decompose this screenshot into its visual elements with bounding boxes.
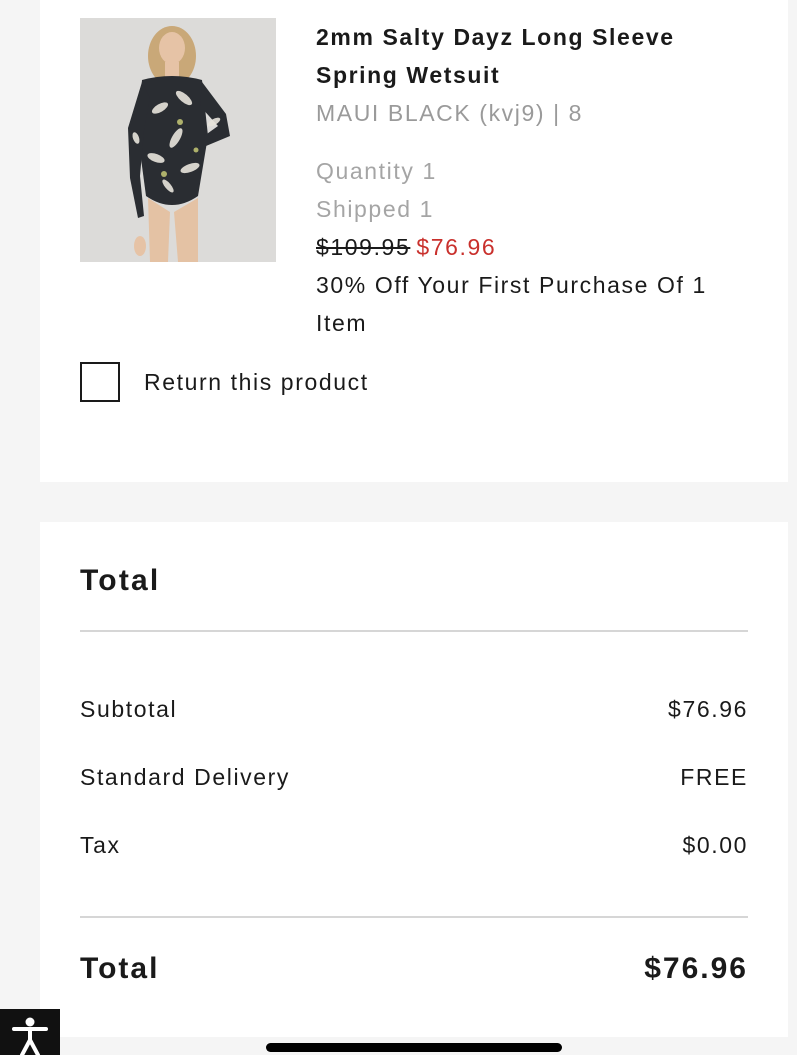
accessibility-icon	[12, 1017, 48, 1055]
return-product-label[interactable]: Return this product	[144, 369, 369, 396]
tax-value: $0.00	[682, 832, 748, 858]
order-item-card: 2mm Salty Dayz Long Sleeve Spring Wetsui…	[40, 0, 788, 482]
tax-row: Tax $0.00	[80, 832, 748, 859]
subtotal-label: Subtotal	[80, 696, 178, 722]
shipped-text: Shipped 1	[316, 196, 434, 222]
price-line: $109.95 $76.96	[316, 228, 736, 266]
delivery-row: Standard Delivery FREE	[80, 764, 748, 791]
sale-price: $76.96	[416, 234, 497, 260]
delivery-label: Standard Delivery	[80, 764, 291, 790]
grand-total-row: Total $76.96	[80, 952, 748, 986]
promotion-text: 30% Off Your First Purchase Of 1 Item	[316, 272, 707, 336]
return-product-checkbox[interactable]	[80, 362, 120, 402]
wetsuit-photo	[80, 18, 276, 262]
delivery-value: FREE	[680, 764, 748, 790]
accessibility-button[interactable]	[0, 1009, 60, 1055]
totals-divider-bottom	[80, 916, 748, 918]
product-image[interactable]	[80, 18, 276, 262]
grand-total-label: Total	[80, 952, 160, 985]
product-title[interactable]: 2mm Salty Dayz Long Sleeve Spring Wetsui…	[316, 18, 736, 94]
home-indicator[interactable]	[266, 1043, 562, 1052]
product-info: 2mm Salty Dayz Long Sleeve Spring Wetsui…	[316, 18, 736, 342]
totals-heading: Total	[80, 564, 161, 597]
order-totals-card: Total Subtotal $76.96 Standard Delivery …	[40, 522, 788, 1037]
return-product-row[interactable]: Return this product	[80, 362, 369, 402]
quantity-text: Quantity 1	[316, 158, 437, 184]
quantity-block: Quantity 1 Shipped 1 $109.95 $76.96 30% O…	[316, 152, 736, 342]
totals-divider-top	[80, 630, 748, 632]
grand-total-value: $76.96	[644, 952, 748, 985]
subtotal-value: $76.96	[668, 696, 748, 722]
order-details-page: 2mm Salty Dayz Long Sleeve Spring Wetsui…	[0, 0, 797, 1055]
original-price: $109.95	[316, 234, 411, 260]
subtotal-row: Subtotal $76.96	[80, 696, 748, 723]
tax-label: Tax	[80, 832, 121, 858]
product-variant: MAUI BLACK (kvj9) | 8	[316, 100, 584, 126]
